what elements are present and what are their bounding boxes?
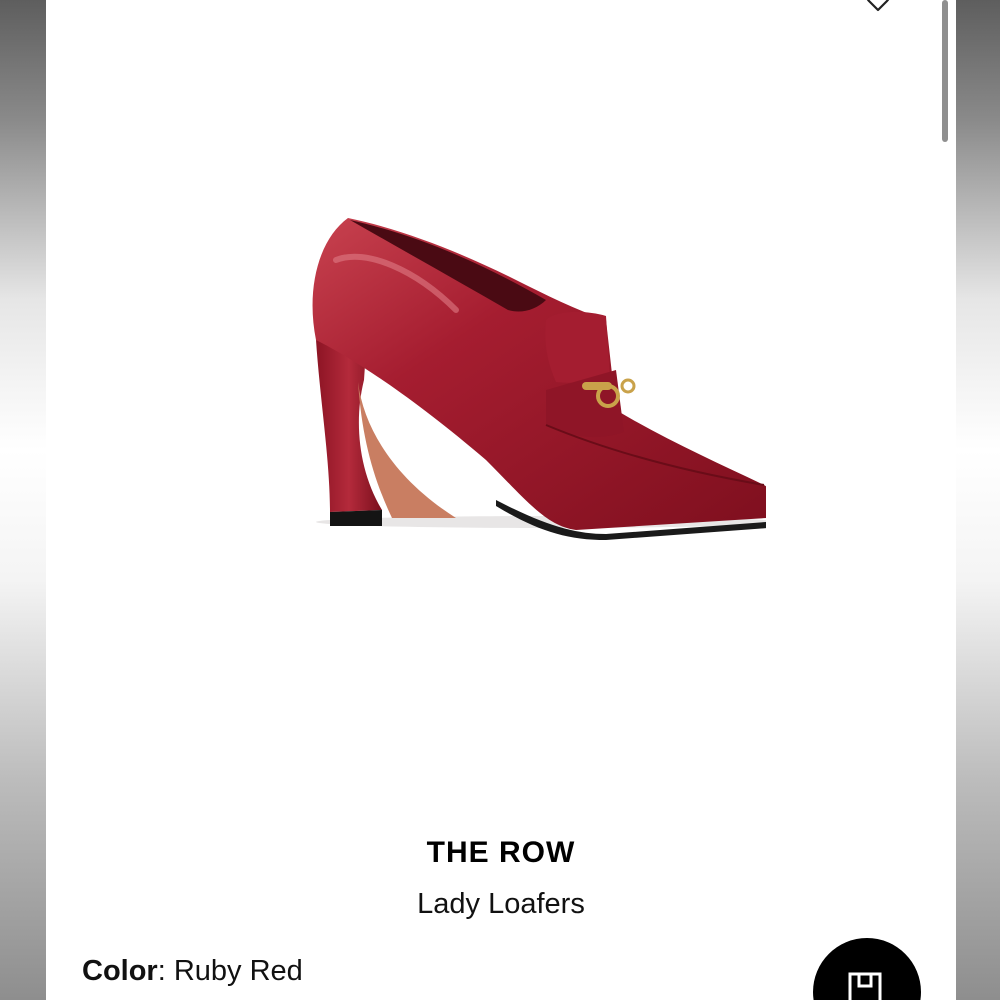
add-to-bag-button[interactable] [813, 938, 921, 1000]
color-separator: : [157, 955, 174, 987]
left-backdrop [0, 0, 46, 1000]
brand-name[interactable]: THE ROW [46, 836, 956, 870]
product-name: Lady Loafers [417, 888, 585, 920]
color-row: Color: Ruby Red [82, 955, 303, 988]
heart-icon[interactable] [866, 0, 890, 12]
shopping-bag-icon [848, 972, 882, 1000]
product-image[interactable] [246, 200, 766, 550]
color-label: Color [82, 955, 158, 987]
right-backdrop [956, 0, 1000, 1000]
product-page[interactable]: THE ROW Lady Loafers Color: Ruby Red [46, 0, 956, 1000]
phone-screenshot: THE ROW Lady Loafers Color: Ruby Red [0, 0, 1000, 1000]
color-value: Ruby Red [173, 955, 303, 987]
scrollbar-thumb[interactable] [942, 0, 948, 142]
